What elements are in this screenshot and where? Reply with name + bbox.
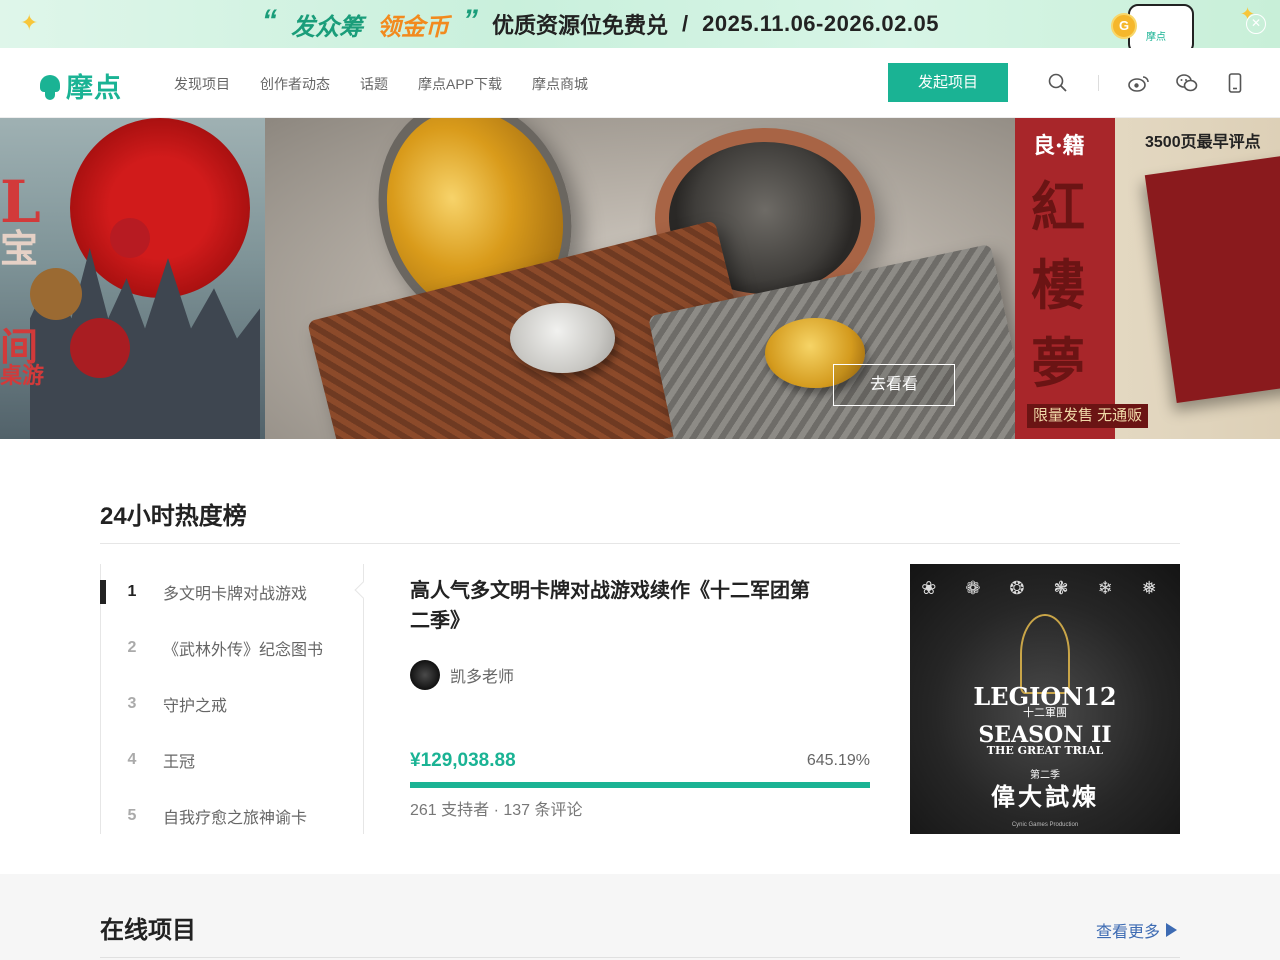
avatar bbox=[410, 660, 440, 690]
rank-name: 《武林外传》纪念图书 bbox=[163, 642, 324, 659]
logo[interactable]: 摩点 bbox=[40, 66, 122, 105]
phone-illustration: 摩点 bbox=[1128, 4, 1194, 48]
cover-credit: Cynic Games Production bbox=[1011, 822, 1079, 828]
carousel-slide-prev[interactable]: L 宝 间 桌游 bbox=[0, 118, 265, 439]
funding-progress-bar bbox=[410, 782, 870, 788]
rank-name: 守护之戒 bbox=[163, 698, 228, 715]
cover-subtitle: 十二軍團 bbox=[1023, 707, 1067, 719]
progress-fill bbox=[410, 782, 870, 788]
cover-tagline: THE GREAT TRIAL bbox=[986, 744, 1104, 757]
rank-item-3[interactable]: 3 守护之戒 bbox=[101, 692, 363, 716]
menu-item-app-download[interactable]: 摩点APP下载 bbox=[418, 74, 502, 94]
creator-name: 凯多老师 bbox=[450, 669, 515, 686]
slide-right-bottom-text: 限量发售 无通贩 bbox=[1027, 404, 1149, 428]
rank-item-1[interactable]: 1 多文明卡牌对战游戏 bbox=[100, 580, 363, 604]
rank-number: 2 bbox=[127, 639, 137, 656]
phone-label: 摩点 bbox=[1146, 32, 1166, 43]
rank-list: 1 多文明卡牌对战游戏 2 《武林外传》纪念图书 3 守护之戒 4 王冠 5 自… bbox=[100, 564, 364, 834]
rank-number: 4 bbox=[127, 751, 137, 768]
section-divider bbox=[100, 543, 1180, 544]
nav-icons bbox=[1046, 72, 1247, 94]
slide-left-text: 桌游 bbox=[0, 363, 45, 389]
project-cover-image[interactable]: ❀ ❁ ❂ ❃ ❄ ❅ LEGION12 十二軍團 SEASON II THE … bbox=[910, 564, 1180, 834]
section-divider bbox=[100, 957, 1180, 958]
go-see-button[interactable]: 去看看 bbox=[833, 364, 955, 406]
hot-list-title: 24小时热度榜 bbox=[100, 503, 247, 530]
mobile-icon[interactable] bbox=[1223, 72, 1247, 94]
red-moon-image bbox=[70, 118, 250, 298]
play-arrow-icon bbox=[1166, 923, 1178, 937]
carousel-slide-next[interactable]: 良·籍 紅樓夢 3500页最早评点 限量发售 无通贩 bbox=[1015, 118, 1280, 439]
top-navigation: 摩点 发现项目 创作者动态 话题 摩点APP下载 摩点商城 发起项目 bbox=[0, 48, 1280, 118]
logo-mark-icon bbox=[40, 71, 60, 101]
search-icon[interactable] bbox=[1046, 72, 1070, 94]
rank-number: 1 bbox=[127, 583, 137, 600]
hero-carousel[interactable]: L 宝 间 桌游 去看看 良·籍 紅樓夢 3500页最早评点 限量发售 无通贩 bbox=[0, 118, 1280, 439]
close-icon[interactable]: ✕ bbox=[1246, 14, 1266, 34]
promo-highlight-coins: 领金币 bbox=[377, 13, 449, 41]
nav-divider bbox=[1098, 75, 1099, 91]
gold-coin-icon: G bbox=[1111, 13, 1137, 39]
promo-separator: / bbox=[682, 11, 689, 36]
promo-date-range: 2025.11.06-2026.02.05 bbox=[702, 11, 939, 36]
rank-name: 王冠 bbox=[163, 754, 196, 771]
rank-name: 多文明卡牌对战游戏 bbox=[163, 586, 308, 603]
online-projects-title: 在线项目 bbox=[100, 917, 196, 944]
menu-item-discover[interactable]: 发现项目 bbox=[174, 74, 230, 94]
supporters-comments: 261 支持者 · 137 条评论 bbox=[410, 802, 583, 819]
carousel-slide-current[interactable]: 去看看 bbox=[265, 118, 1015, 439]
slide-right-title: 紅樓夢 bbox=[1031, 175, 1085, 395]
silver-coin-image bbox=[510, 303, 615, 373]
project-title[interactable]: 高人气多文明卡牌对战游戏续作《十二军团第二季》 bbox=[410, 576, 810, 636]
promo-highlight-crowdfund: 发众筹 bbox=[291, 13, 363, 41]
funding-percent: 645.19% bbox=[806, 752, 870, 769]
promo-description: 优质资源位免费兑 bbox=[492, 13, 669, 38]
cover-emblems: ❀ ❁ ❂ ❃ ❄ ❅ bbox=[921, 578, 1169, 598]
project-creator[interactable]: 凯多老师 bbox=[410, 660, 514, 690]
raised-amount: ¥129,038.88 bbox=[410, 750, 516, 771]
start-project-button[interactable]: 发起项目 bbox=[888, 63, 1008, 102]
weibo-icon[interactable] bbox=[1127, 72, 1151, 94]
slide-right-brand: 良·籍 bbox=[1033, 133, 1085, 159]
menu-item-topics[interactable]: 话题 bbox=[360, 74, 388, 94]
rank-number: 5 bbox=[127, 807, 137, 824]
project-detail: 高人气多文明卡牌对战游戏续作《十二军团第二季》 bbox=[410, 576, 870, 636]
card-image bbox=[110, 218, 150, 258]
cover-trial-cn: 偉大試煉 bbox=[991, 782, 1099, 811]
rank-item-4[interactable]: 4 王冠 bbox=[101, 748, 363, 772]
menu-item-creator-news[interactable]: 创作者动态 bbox=[260, 74, 330, 94]
main-menu: 发现项目 创作者动态 话题 摩点APP下载 摩点商城 bbox=[174, 74, 588, 94]
promo-quote-close: ” bbox=[463, 4, 478, 37]
slide-right-top-text: 3500页最早评点 bbox=[1145, 134, 1261, 151]
card-image bbox=[70, 318, 130, 378]
menu-item-mall[interactable]: 摩点商城 bbox=[532, 74, 588, 94]
slide-left-text: 宝 bbox=[0, 226, 39, 271]
view-more-label: 查看更多 bbox=[1096, 924, 1161, 941]
rank-name: 自我疗愈之旅神谕卡 bbox=[163, 810, 308, 827]
rank-item-5[interactable]: 5 自我疗愈之旅神谕卡 bbox=[101, 804, 363, 828]
promo-quote-open: “ bbox=[262, 4, 277, 37]
logo-text: 摩点 bbox=[66, 73, 122, 103]
rank-item-2[interactable]: 2 《武林外传》纪念图书 bbox=[101, 636, 363, 660]
book-image bbox=[1144, 152, 1280, 404]
sparkle-icon: ✦ bbox=[20, 10, 39, 35]
view-more-link[interactable]: 查看更多 bbox=[1096, 918, 1178, 942]
promo-banner[interactable]: ✦ ✦ “ 发众筹 领金币 ” 优质资源位免费兑 / 2025.11.06-20… bbox=[0, 0, 1280, 48]
wechat-icon[interactable] bbox=[1175, 72, 1199, 94]
card-image bbox=[30, 268, 82, 320]
rank-number: 3 bbox=[127, 695, 137, 712]
